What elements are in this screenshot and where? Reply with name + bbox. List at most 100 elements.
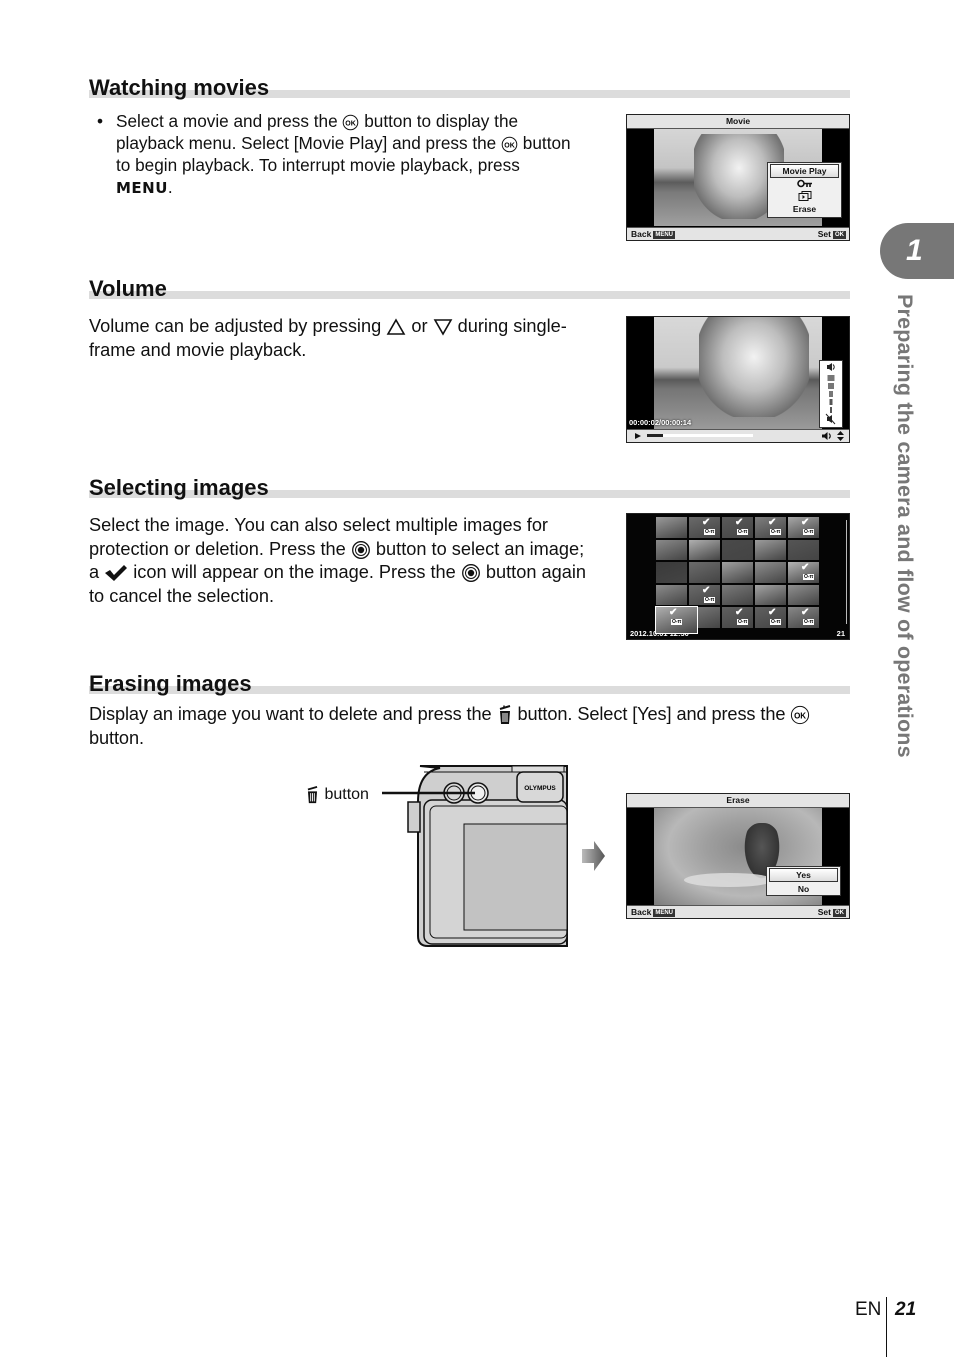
thumbnail[interactable] — [788, 539, 819, 561]
play-icon[interactable] — [634, 432, 642, 440]
volume-step — [829, 391, 833, 397]
thumbnail[interactable]: ✔ O-π — [722, 607, 753, 628]
thumbnail[interactable] — [788, 584, 819, 606]
progress-fill — [647, 434, 663, 437]
up-down-icon — [837, 431, 844, 441]
language-label: EN — [855, 1299, 882, 1320]
thumbnail-selected[interactable]: ✔ O-π — [655, 606, 698, 634]
thumbnail[interactable] — [722, 539, 753, 561]
thumbnail[interactable]: ✔ O-π — [788, 562, 819, 583]
footer-divider — [886, 1297, 887, 1357]
select-button-icon — [351, 540, 370, 559]
protect-key-icon: O-π — [737, 619, 749, 626]
seagull-image — [699, 317, 809, 417]
checkmark-icon: ✔ — [801, 607, 810, 619]
option-no[interactable]: No — [767, 883, 840, 895]
section-divider — [89, 291, 850, 299]
volume-meter[interactable] — [819, 360, 843, 428]
option-yes[interactable]: Yes — [769, 868, 838, 882]
thumbnail[interactable]: ✔ O-π — [689, 517, 720, 538]
checkmark-icon: ✔ — [768, 607, 777, 619]
volume-step — [830, 407, 832, 413]
menu-item-erase[interactable]: Erase — [768, 203, 841, 215]
protect-key-icon: O-π — [671, 619, 683, 626]
protect-key-icon: O-π — [704, 529, 716, 535]
share-order-icon — [798, 191, 811, 201]
section-erasing-images-header: Erasing images — [89, 668, 850, 696]
protect-key-icon: O-π — [737, 529, 749, 535]
thumbnail-grid: ✔ O-π ✔ O-π ✔ O-π ✔ O-π ✔ O-π ✔ O-π ✔ O-π ✔ O-π ✔ O-π ✔ O-π — [655, 517, 821, 634]
volume-up-icon — [827, 363, 832, 371]
thumbnail[interactable]: ✔ O-π — [788, 607, 819, 628]
volume-step — [829, 399, 833, 405]
text-run: Select a movie and press the — [116, 111, 338, 131]
thumbnail[interactable] — [755, 539, 786, 561]
progress-track[interactable] — [647, 434, 753, 437]
section-title: Watching movies — [89, 75, 270, 100]
text-run: Display an image you want to delete and … — [89, 704, 492, 724]
chapter-title-text: Preparing the camera and flow of operati… — [893, 294, 917, 758]
menu-item-protect[interactable] — [768, 179, 841, 191]
menu-key-icon: MENU — [653, 908, 675, 917]
chapter-tab[interactable]: 1 — [880, 223, 954, 279]
menu-item-share[interactable] — [768, 191, 841, 203]
menu-key-icon: MENU — [653, 230, 675, 239]
index-view-screen: ✔ O-π ✔ O-π ✔ O-π ✔ O-π ✔ O-π ✔ O-π ✔ O-π ✔ O-π ✔ O-π ✔ O-π… — [626, 513, 850, 640]
thumbnail[interactable]: ✔ O-π — [722, 517, 753, 538]
set-hint: Set OK — [817, 229, 846, 239]
trash-icon — [307, 785, 318, 804]
screen-footer: Back MENU Set OK — [627, 227, 849, 240]
thumbnail[interactable]: ✔ O-π — [689, 584, 720, 606]
checkmark-icon: ✔ — [735, 517, 744, 528]
watching-movies-text: • Select a movie and press the OK button… — [97, 110, 577, 199]
chapter-title: Preparing the camera and flow of operati… — [893, 294, 923, 804]
thumbnail[interactable]: ✔ O-π — [755, 607, 786, 628]
svg-text:OK: OK — [346, 120, 357, 127]
select-button-icon — [461, 564, 480, 583]
section-title: Volume — [89, 276, 167, 301]
section-watching-movies-header: Watching movies — [89, 72, 850, 100]
down-arrow-button-icon — [433, 319, 452, 336]
checkmark-icon: ✔ — [735, 607, 744, 619]
checkmark-icon: ✔ — [702, 584, 711, 596]
callout-label: button — [324, 786, 369, 804]
menu-item-movie-play[interactable]: Movie Play — [770, 164, 839, 178]
frame-number: 21 — [836, 629, 845, 638]
section-volume-header: Volume — [89, 273, 850, 301]
thumbnail[interactable] — [656, 539, 687, 561]
thumbnail[interactable] — [755, 562, 786, 583]
erasing-images-text: Display an image you want to delete and … — [89, 703, 849, 750]
thumbnail[interactable] — [722, 562, 753, 583]
screen-footer: Back MENU Set OK — [627, 905, 849, 918]
checkmark-icon: ✔ — [801, 517, 810, 528]
thumbnail[interactable] — [722, 584, 753, 606]
thumbnail[interactable]: ✔ O-π — [788, 517, 819, 538]
timecode: 00:00:02/00:00:14 — [629, 418, 692, 427]
thumbnail[interactable] — [689, 562, 720, 583]
section-title: Erasing images — [89, 671, 252, 696]
checkmark-icon: ✔ — [801, 562, 810, 574]
thumbnail[interactable] — [656, 584, 687, 606]
text-run: or — [411, 316, 428, 336]
legs-highlight — [684, 873, 774, 887]
scrollbar[interactable] — [846, 520, 847, 624]
thumbnail[interactable] — [689, 539, 720, 561]
brand-logo: OLYMPUS — [524, 785, 556, 792]
thumbnail[interactable] — [656, 562, 687, 583]
thumbnail[interactable]: ✔ O-π — [755, 517, 786, 538]
text-run: . — [167, 177, 173, 197]
page-number: 21 — [895, 1299, 917, 1320]
back-hint: Back MENU — [631, 229, 675, 239]
text-run: Volume can be adjusted by pressing — [89, 316, 382, 336]
protect-key-icon: O-π — [770, 529, 782, 535]
svg-text:OK: OK — [794, 711, 806, 720]
protect-key-icon: O-π — [770, 619, 782, 626]
thumbnail[interactable] — [656, 517, 687, 538]
volume-step — [827, 375, 835, 381]
movie-menu-screen: Movie Movie Play Erase Back MENU Set OK — [626, 114, 850, 241]
checkmark-icon — [105, 565, 128, 582]
thumbnail[interactable] — [755, 584, 786, 606]
bullet: • — [97, 111, 104, 131]
up-arrow-button-icon — [386, 318, 406, 335]
text-run: button. Select [Yes] and press the — [517, 704, 786, 724]
